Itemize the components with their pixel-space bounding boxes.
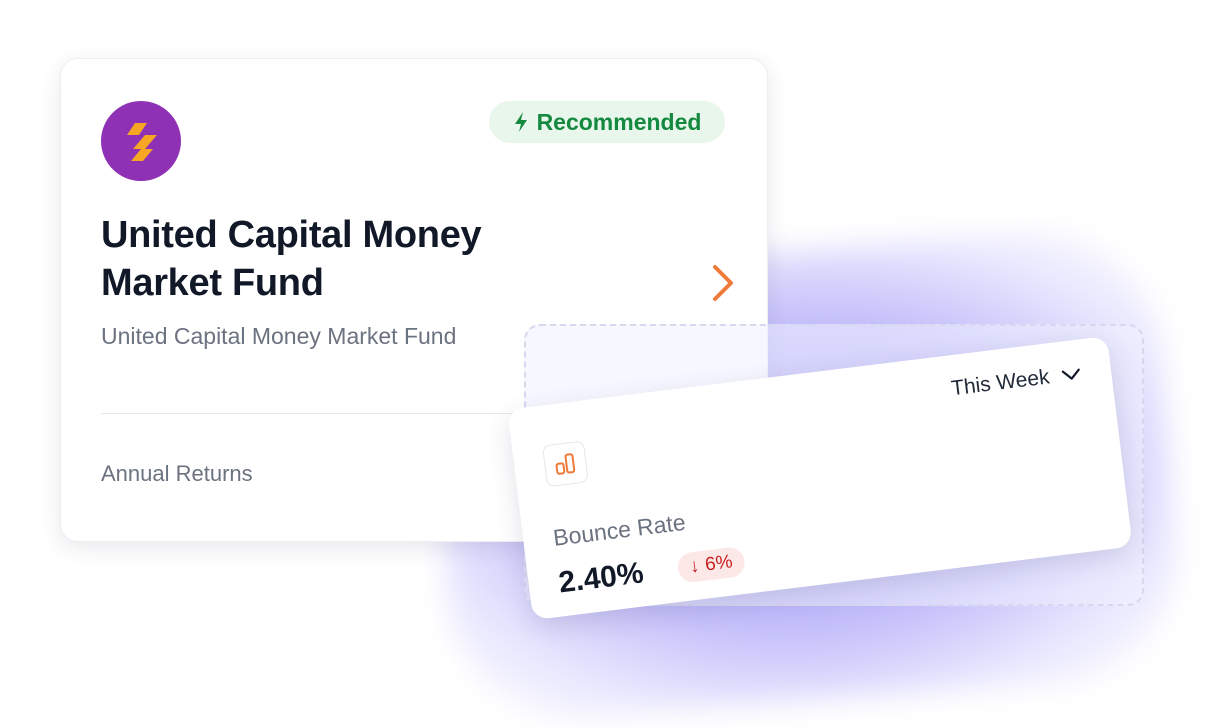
down-arrow-icon: ↓ bbox=[688, 555, 701, 578]
metric-icon-box bbox=[541, 440, 589, 488]
bar-chart-icon bbox=[555, 453, 576, 475]
delta-value: 6% bbox=[703, 551, 734, 576]
annual-returns-label: Annual Returns bbox=[101, 461, 253, 486]
period-select[interactable]: This Week bbox=[950, 361, 1083, 401]
period-label: This Week bbox=[949, 365, 1051, 401]
lightning-bolt-icon bbox=[514, 112, 527, 132]
chevron-down-icon bbox=[1061, 368, 1080, 380]
stat-value: 2.40% bbox=[556, 556, 646, 600]
fund-subtitle: United Capital Money Market Fund bbox=[101, 323, 457, 349]
stat-label: Bounce Rate bbox=[551, 508, 687, 551]
delta-badge: ↓ 6% bbox=[676, 545, 747, 584]
chevron-right-icon[interactable] bbox=[709, 263, 737, 303]
recommended-badge: Recommended bbox=[489, 101, 725, 143]
stage: Recommended United Capital Money Market … bbox=[0, 0, 1216, 728]
lightning-stripes-icon bbox=[127, 123, 157, 161]
badge-label: Recommended bbox=[536, 108, 702, 135]
fund-logo bbox=[101, 101, 181, 181]
fund-title: United Capital Money Market Fund bbox=[101, 214, 482, 304]
